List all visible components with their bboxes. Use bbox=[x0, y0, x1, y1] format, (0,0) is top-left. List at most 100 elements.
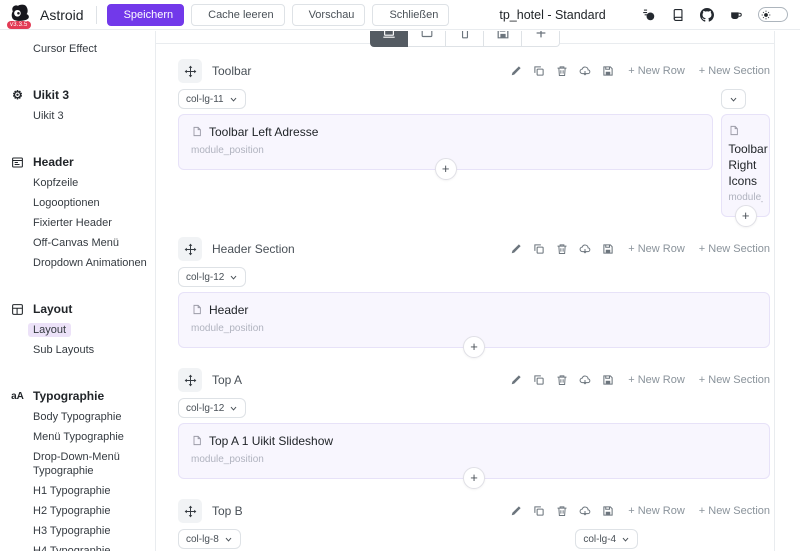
sidebar-item-fixierter-header[interactable]: Fixierter Header bbox=[8, 213, 147, 233]
edit-icon[interactable] bbox=[510, 65, 522, 77]
module-name: Header bbox=[191, 302, 757, 320]
add-module-button[interactable]: + bbox=[463, 467, 485, 489]
section-top-a: Top A + New Row + New Section col-lg-12 Top … bbox=[178, 368, 770, 489]
delete-icon bbox=[556, 374, 568, 386]
column-size-select[interactable] bbox=[721, 89, 747, 109]
cache-button[interactable]: Cache leeren bbox=[191, 3, 285, 26]
section-header: Top A + New Row + New Section bbox=[178, 368, 770, 392]
sidebar-item-h1-typographie[interactable]: H1 Typographie bbox=[8, 481, 147, 501]
sidebar-item-label: Dropdown Animationen bbox=[33, 257, 147, 269]
theme-toggle[interactable] bbox=[758, 7, 788, 22]
sidebar-group: Layout Layout Sub Layouts bbox=[8, 300, 147, 360]
edit-icon[interactable] bbox=[510, 374, 522, 386]
module-name-label: Top A 1 Uikit Slideshow bbox=[209, 434, 334, 448]
new-row-button[interactable]: + New Row bbox=[628, 65, 685, 77]
sidebar-item-h3-typographie[interactable]: H3 Typographie bbox=[8, 521, 147, 541]
new-section-button[interactable]: + New Section bbox=[699, 374, 770, 386]
meteor-icon[interactable] bbox=[642, 8, 656, 22]
sidebar-item-label: Uikit 3 bbox=[33, 110, 64, 122]
sidebar-group-title: Uikit 3 bbox=[33, 88, 70, 102]
new-row-button[interactable]: + New Row bbox=[628, 243, 685, 255]
delete-icon[interactable] bbox=[556, 65, 568, 77]
add-module-button[interactable]: + bbox=[463, 336, 485, 358]
toolbar-laptop-button[interactable] bbox=[370, 31, 408, 47]
sidebar-item-off-canvas-men-[interactable]: Off-Canvas Menü bbox=[8, 233, 147, 253]
toolbar-tablet-button[interactable] bbox=[408, 31, 446, 47]
sidebar-group-header: aA Typographie bbox=[8, 387, 147, 407]
sidebar-item-logooptionen[interactable]: Logooptionen bbox=[8, 193, 147, 213]
delete-icon[interactable] bbox=[556, 505, 568, 517]
export-icon[interactable] bbox=[579, 374, 591, 386]
move-section-handle[interactable] bbox=[178, 59, 202, 83]
move-section-handle[interactable] bbox=[178, 499, 202, 523]
toolbar-mobile-button[interactable] bbox=[446, 31, 484, 47]
duplicate-icon[interactable] bbox=[533, 505, 545, 517]
sidebar-group-header: Header bbox=[8, 153, 147, 173]
new-row-button[interactable]: + New Row bbox=[628, 505, 685, 517]
move-section-handle[interactable] bbox=[178, 368, 202, 392]
new-section-button[interactable]: + New Section bbox=[699, 243, 770, 255]
sidebar-item-uikit-3[interactable]: Uikit 3 bbox=[8, 106, 147, 126]
module-card[interactable]: Top A 1 Uikit Slideshow module_position + bbox=[178, 423, 770, 489]
docs-icon[interactable] bbox=[671, 8, 685, 22]
delete-icon[interactable] bbox=[556, 374, 568, 386]
column-size-select[interactable]: col-lg-12 bbox=[178, 267, 247, 287]
sidebar-item-label: H1 Typographie bbox=[33, 485, 111, 497]
module-card[interactable]: Toolbar Right Icons module_position + bbox=[721, 114, 770, 227]
export-icon[interactable] bbox=[579, 243, 591, 255]
new-section-button[interactable]: + New Section bbox=[699, 505, 770, 517]
github-icon[interactable] bbox=[700, 7, 714, 22]
module-card[interactable]: Header module_position + bbox=[178, 292, 770, 358]
column-size-select[interactable]: col-lg-4 bbox=[575, 529, 639, 549]
save-icon[interactable] bbox=[602, 505, 614, 517]
preview-button[interactable]: Vorschau bbox=[291, 3, 366, 26]
toolbar-plus-button[interactable] bbox=[522, 31, 560, 47]
chevron-down-icon bbox=[229, 95, 238, 104]
move-section-handle[interactable] bbox=[178, 237, 202, 261]
layout-builder: Toolbar + New Row + New Section col-lg-11 To… bbox=[156, 31, 775, 551]
coffee-icon[interactable] bbox=[729, 8, 743, 22]
navbar-buttons: Speichern Cache leeren Vorschau Schließen bbox=[106, 3, 450, 26]
export-icon[interactable] bbox=[579, 505, 591, 517]
sidebar-item-men-typographie[interactable]: Menü Typographie bbox=[8, 427, 147, 447]
duplicate-icon[interactable] bbox=[533, 65, 545, 77]
sidebar-item-dropdown-animationen[interactable]: Dropdown Animationen bbox=[8, 253, 147, 273]
duplicate-icon[interactable] bbox=[533, 243, 545, 255]
close-button[interactable]: Schließen bbox=[372, 3, 450, 26]
sidebar-item-sub-layouts[interactable]: Sub Layouts bbox=[8, 340, 147, 360]
sidebar-item-h2-typographie[interactable]: H2 Typographie bbox=[8, 501, 147, 521]
section-columns: col-lg-12 Header module_position + bbox=[178, 261, 770, 358]
column-size-select[interactable]: col-lg-11 bbox=[178, 89, 246, 109]
sidebar-item-cursor-effect[interactable]: Cursor Effect bbox=[8, 39, 147, 59]
sidebar-item-h4-typographie[interactable]: H4 Typographie bbox=[8, 541, 147, 551]
column-size-select[interactable]: col-lg-12 bbox=[178, 398, 247, 418]
save-icon[interactable] bbox=[602, 374, 614, 386]
save-button[interactable]: Speichern bbox=[106, 3, 185, 26]
laptop-icon bbox=[382, 31, 396, 40]
new-section-button[interactable]: + New Section bbox=[699, 65, 770, 77]
top-navbar: v3.3.5 Astroid Speichern Cache leeren Vors… bbox=[0, 0, 800, 30]
sidebar-item-layout[interactable]: Layout bbox=[8, 320, 147, 340]
module-card[interactable]: Toolbar Left Adresse module_position + bbox=[178, 114, 714, 180]
edit-icon[interactable] bbox=[510, 243, 522, 255]
github-icon bbox=[700, 7, 714, 22]
new-row-button[interactable]: + New Row bbox=[628, 374, 685, 386]
save-icon[interactable] bbox=[602, 243, 614, 255]
export-icon[interactable] bbox=[579, 65, 591, 77]
sidebar-item-drop-down-men-typographie[interactable]: Drop-Down-Menü Typographie bbox=[8, 447, 147, 481]
column-size-select[interactable]: col-lg-8 bbox=[178, 529, 241, 549]
module-name-label: Toolbar Left Adresse bbox=[209, 125, 319, 139]
toolbar-save-button[interactable] bbox=[484, 31, 522, 47]
add-module-button[interactable]: + bbox=[734, 205, 757, 227]
duplicate-icon[interactable] bbox=[533, 374, 545, 386]
section-toolbar: Toolbar + New Row + New Section col-lg-11 To… bbox=[178, 59, 770, 227]
sidebar-item-body-typographie[interactable]: Body Typographie bbox=[8, 407, 147, 427]
sidebar-item-kopfzeile[interactable]: Kopfzeile bbox=[8, 173, 147, 193]
save-icon[interactable] bbox=[602, 65, 614, 77]
delete-icon[interactable] bbox=[556, 243, 568, 255]
edit-icon[interactable] bbox=[510, 505, 522, 517]
add-module-button[interactable]: + bbox=[434, 158, 457, 180]
button-label: Cache leeren bbox=[208, 8, 274, 21]
column-size-label: col-lg-8 bbox=[186, 533, 219, 545]
navbar-right-icons bbox=[642, 7, 788, 22]
